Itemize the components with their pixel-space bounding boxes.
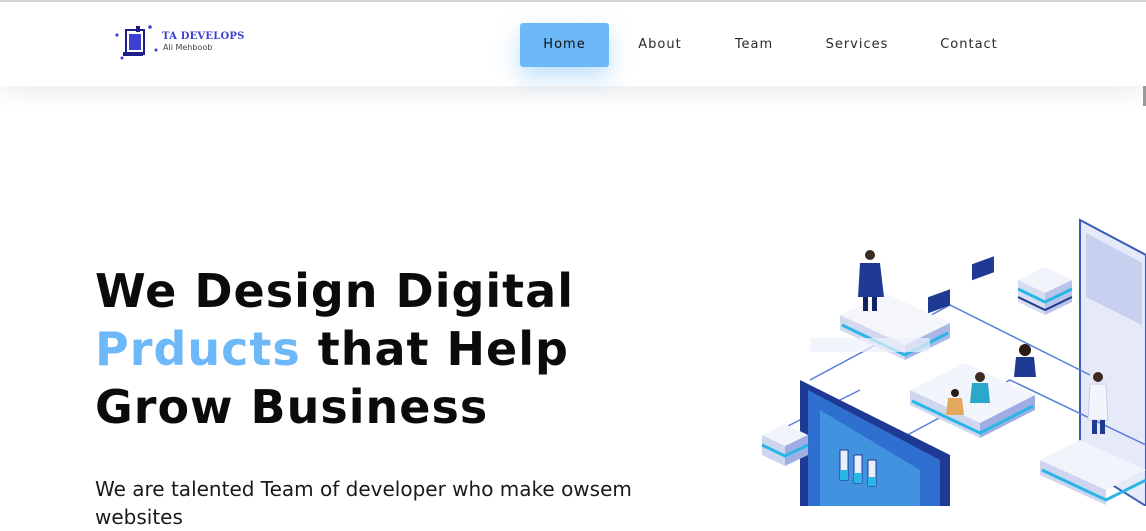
- hero-accent-word: Prducts: [95, 322, 301, 376]
- hero-line-1: We Design Digital: [95, 264, 574, 318]
- nav-services[interactable]: Services: [820, 23, 894, 67]
- hero-line-2: that Help: [300, 322, 569, 376]
- nav-team[interactable]: Team: [722, 23, 786, 67]
- nav-about[interactable]: About: [626, 23, 694, 67]
- brand-logo[interactable]: TA DEVELOPS Ali Mehboob: [112, 22, 252, 66]
- nav-contact[interactable]: Contact: [934, 23, 1004, 67]
- brand-subtitle: Ali Mehboob: [163, 43, 213, 52]
- nav-home[interactable]: Home: [520, 23, 609, 67]
- hero-line-3: Grow Business: [95, 380, 489, 434]
- brand-title: TA DEVELOPS: [162, 31, 245, 42]
- hero-description: We are talented Team of developer who ma…: [95, 477, 632, 529]
- logo-icon: [115, 25, 158, 60]
- navbar: TA DEVELOPS Ali Mehboob Home About Team …: [0, 2, 1146, 86]
- hero-heading: We Design Digital Prducts that Help Grow B…: [95, 262, 574, 436]
- server-stack: [1017, 267, 1073, 315]
- isometric-team-illustration: [761, 218, 1146, 506]
